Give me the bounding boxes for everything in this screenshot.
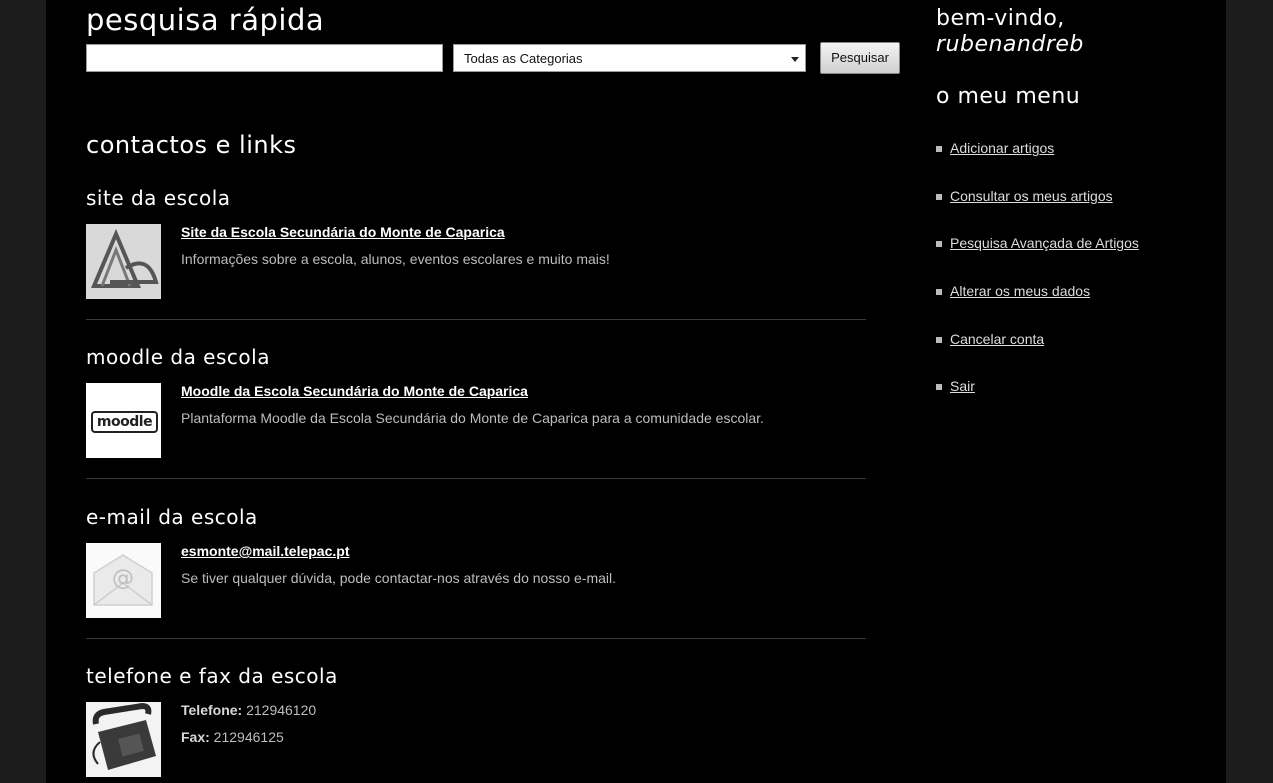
moodle-link[interactable]: Moodle da Escola Secundária do Monte de … bbox=[181, 383, 528, 399]
section-heading: site da escola bbox=[86, 186, 231, 210]
phone-image bbox=[86, 702, 161, 777]
menu-item-logout: Sair bbox=[936, 378, 1139, 426]
menu-link-my-articles[interactable]: Consultar os meus artigos bbox=[950, 188, 1113, 204]
moodle-section: moodle da escola moodle Moodle da Escola… bbox=[86, 345, 866, 460]
email-image: @ bbox=[86, 543, 161, 618]
menu-item-add-articles: Adicionar artigos bbox=[936, 140, 1139, 188]
search-button[interactable]: Pesquisar bbox=[820, 42, 900, 74]
menu-link-advanced-search[interactable]: Pesquisa Avançada de Artigos bbox=[950, 235, 1139, 251]
menu-title: o meu menu bbox=[936, 84, 1081, 109]
phone-fax-section: telefone e fax da escola Telefone: 21294… bbox=[86, 664, 866, 783]
contacts-title: contactos e links bbox=[86, 131, 297, 159]
phone-line: Telefone: 212946120 bbox=[181, 702, 316, 718]
divider bbox=[86, 478, 866, 479]
username: rubenandreb bbox=[936, 32, 1084, 57]
school-site-description: Informações sobre a escola, alunos, even… bbox=[181, 251, 610, 267]
bullet-icon bbox=[936, 384, 942, 391]
email-section: e-mail da escola @ esmonte@mail.telepac.… bbox=[86, 505, 866, 620]
category-select-value: Todas as Categorias bbox=[464, 51, 583, 66]
phone-value: 212946120 bbox=[242, 702, 317, 718]
divider bbox=[86, 319, 866, 320]
bullet-icon bbox=[936, 193, 942, 200]
menu-item-edit-profile: Alterar os meus dados bbox=[936, 283, 1139, 331]
menu-link-cancel-account[interactable]: Cancelar conta bbox=[950, 331, 1044, 347]
section-heading: moodle da escola bbox=[86, 345, 270, 369]
welcome-text: bem-vindo, bbox=[936, 6, 1065, 31]
fax-label: Fax: bbox=[181, 729, 210, 745]
moodle-description: Plantaforma Moodle da Escola Secundária … bbox=[181, 410, 764, 426]
moodle-logo-text: moodle bbox=[91, 411, 158, 433]
menu-link-edit-profile[interactable]: Alterar os meus dados bbox=[950, 283, 1090, 299]
phone-label: Telefone: bbox=[181, 702, 243, 718]
fax-value: 212946125 bbox=[209, 729, 284, 745]
telephone-icon bbox=[86, 702, 161, 777]
menu-item-cancel-account: Cancelar conta bbox=[936, 331, 1139, 379]
category-select[interactable]: Todas as Categorias bbox=[453, 44, 806, 72]
bullet-icon bbox=[936, 241, 942, 248]
menu-item-advanced-search: Pesquisa Avançada de Artigos bbox=[936, 235, 1139, 283]
bullet-icon bbox=[936, 146, 942, 152]
bullet-icon bbox=[936, 289, 942, 296]
email-description: Se tiver qualquer dúvida, pode contactar… bbox=[181, 570, 617, 586]
school-logo-icon bbox=[86, 224, 161, 299]
school-site-link[interactable]: Site da Escola Secundária do Monte de Ca… bbox=[181, 224, 505, 240]
divider bbox=[86, 638, 866, 639]
school-site-section: site da escola Site da Escola Secundária… bbox=[86, 186, 866, 301]
section-heading: telefone e fax da escola bbox=[86, 664, 338, 688]
welcome-message: bem-vindo, rubenandreb bbox=[936, 6, 1084, 58]
chevron-down-icon bbox=[791, 57, 799, 62]
email-link[interactable]: esmonte@mail.telepac.pt bbox=[181, 543, 349, 559]
page-content: pesquisa rápida Todas as Categorias Pesq… bbox=[46, 0, 1226, 783]
section-heading: e-mail da escola bbox=[86, 505, 258, 529]
svg-text:@: @ bbox=[112, 566, 134, 591]
menu-link-add-articles[interactable]: Adicionar artigos bbox=[950, 140, 1054, 156]
search-input[interactable] bbox=[86, 44, 443, 72]
school-logo-image bbox=[86, 224, 161, 299]
bullet-icon bbox=[936, 336, 942, 343]
user-menu: Adicionar artigos Consultar os meus arti… bbox=[936, 140, 1139, 426]
fax-line: Fax: 212946125 bbox=[181, 729, 284, 745]
menu-item-my-articles: Consultar os meus artigos bbox=[936, 188, 1139, 236]
envelope-icon: @ bbox=[86, 543, 161, 618]
search-title: pesquisa rápida bbox=[86, 3, 325, 37]
menu-link-logout[interactable]: Sair bbox=[950, 378, 975, 394]
moodle-logo-image: moodle bbox=[86, 383, 161, 458]
